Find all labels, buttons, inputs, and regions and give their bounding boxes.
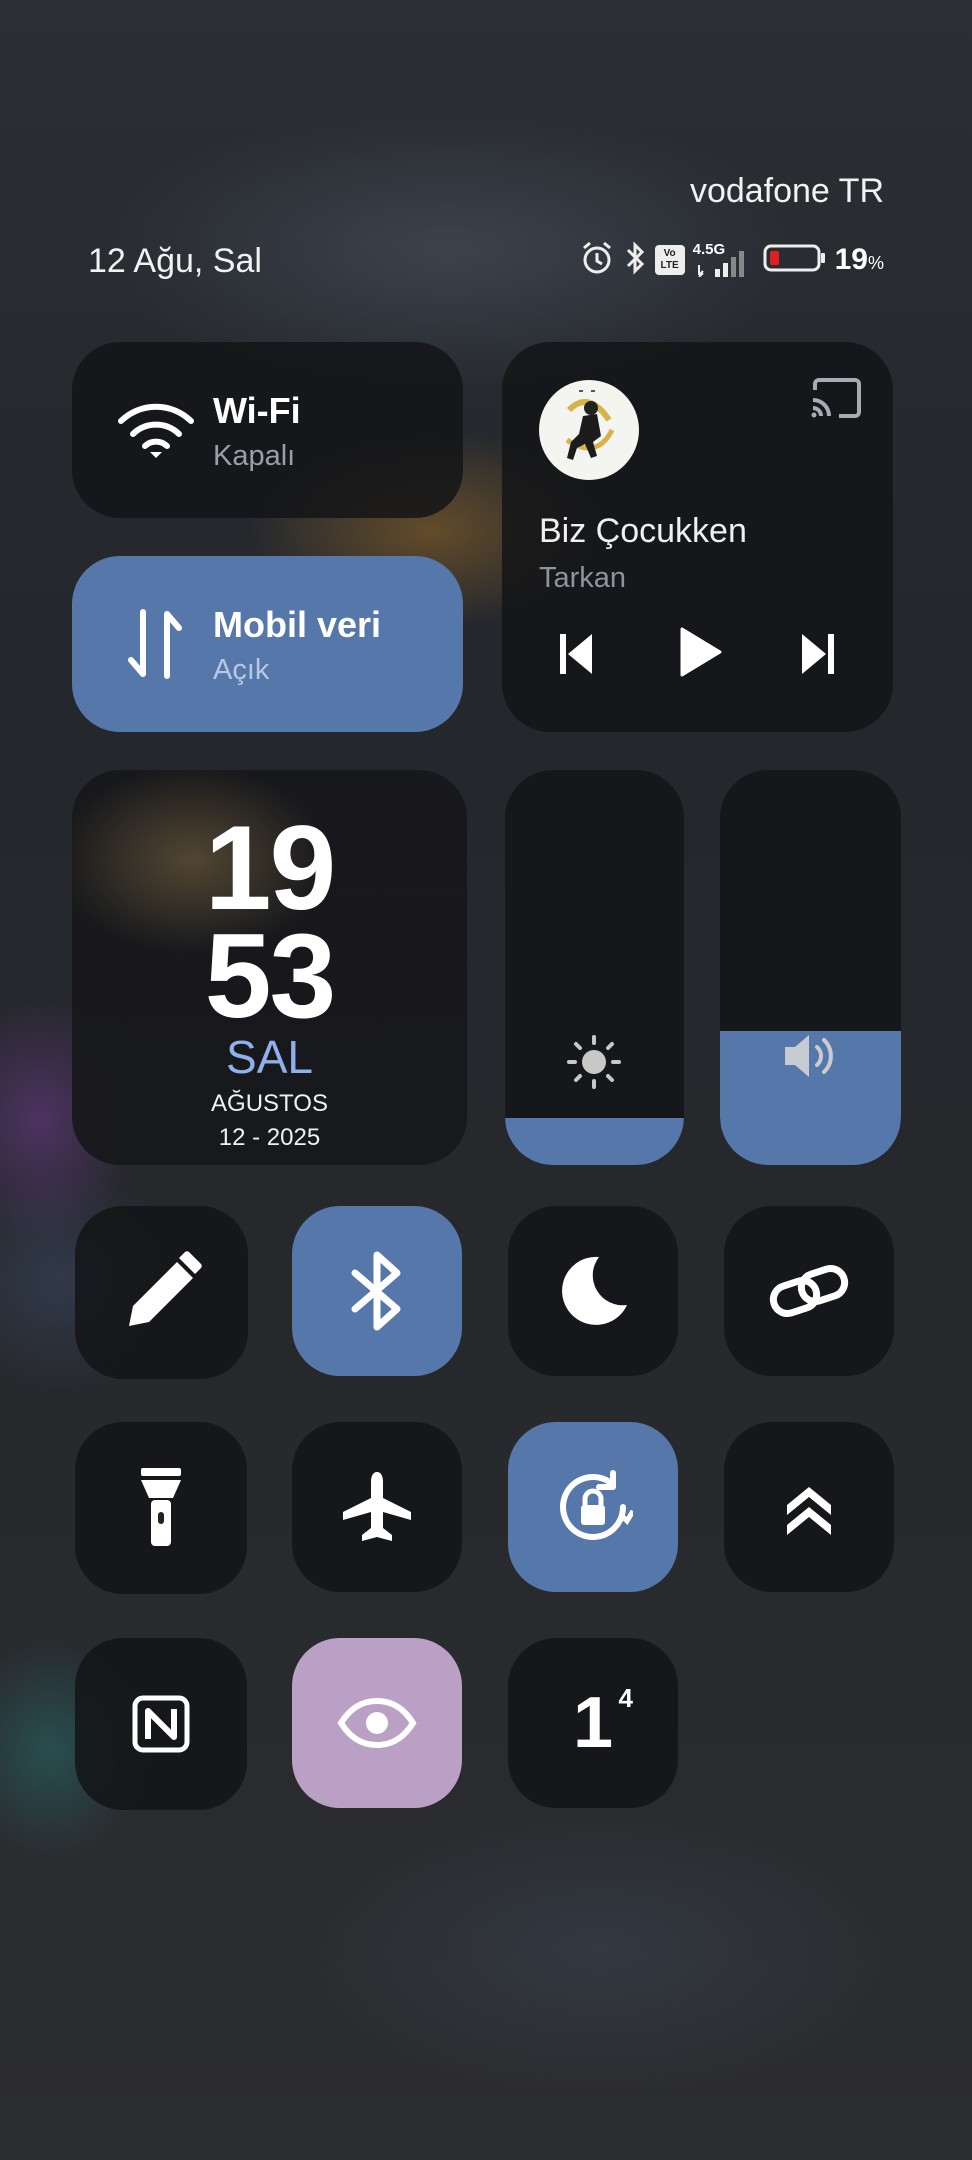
cast-icon[interactable]	[807, 374, 865, 422]
eye-comfort-toggle[interactable]	[292, 1638, 462, 1808]
wifi-icon	[116, 400, 196, 462]
signal-icon: 4.5G	[693, 241, 755, 277]
mobile-data-icon	[124, 606, 186, 682]
status-date: 12 Ağu, Sal	[88, 242, 262, 280]
brightness-fill	[505, 1117, 684, 1165]
speaker-icon	[780, 1026, 842, 1086]
chevrons-up-toggle[interactable]	[724, 1422, 894, 1592]
one-superscript-four-icon: 1 4	[508, 1638, 678, 1808]
airplane-icon	[292, 1422, 462, 1592]
sun-icon	[564, 1032, 624, 1092]
bluetooth-icon	[292, 1206, 462, 1376]
bluetooth-status-icon	[623, 240, 647, 281]
nfc-icon	[75, 1638, 247, 1810]
one-hand-sup: 4	[618, 1683, 634, 1713]
edit-toggle[interactable]	[75, 1206, 248, 1379]
moon-icon	[508, 1206, 678, 1376]
airplane-mode-toggle[interactable]	[292, 1422, 462, 1592]
album-art	[539, 380, 639, 480]
clock-month: AĞUSTOS	[211, 1090, 328, 1117]
media-player-tile[interactable]: Biz Çocukken Tarkan	[502, 342, 893, 732]
carrier-name: vodafone TR	[689, 172, 884, 210]
battery-percent: 19%	[834, 243, 884, 276]
battery-icon	[763, 242, 827, 279]
song-title: Biz Çocukken	[539, 512, 747, 550]
wifi-title: Wi-Fi	[213, 390, 301, 431]
clock-hour: 19	[204, 801, 336, 935]
pencil-icon	[75, 1206, 248, 1379]
rotation-lock-icon	[508, 1422, 678, 1592]
clock-day: SAL	[226, 1031, 313, 1083]
double-chevron-up-icon	[724, 1422, 894, 1592]
clock-tile[interactable]: 19 53 SAL AĞUSTOS 12 - 2025	[72, 770, 467, 1165]
mobile-data-state: Açık	[213, 654, 270, 686]
mobile-data-tile[interactable]: Mobil veri Açık	[72, 556, 463, 732]
wifi-state: Kapalı	[213, 440, 296, 472]
do-not-disturb-toggle[interactable]	[508, 1206, 678, 1376]
brightness-slider[interactable]	[505, 770, 684, 1165]
song-artist: Tarkan	[539, 562, 627, 594]
volume-slider[interactable]	[720, 770, 901, 1165]
mobile-data-title: Mobil veri	[213, 604, 382, 645]
flashlight-toggle[interactable]	[75, 1422, 247, 1594]
rotation-lock-toggle[interactable]	[508, 1422, 678, 1592]
status-icons: Vo LTE 4.5G 19%	[579, 240, 884, 280]
play-button[interactable]	[672, 622, 728, 682]
one-hand-toggle[interactable]: 1 4	[508, 1638, 678, 1808]
bluetooth-toggle[interactable]	[292, 1206, 462, 1376]
clock-minute: 53	[204, 909, 336, 1043]
next-track-button[interactable]	[794, 628, 842, 680]
alarm-icon	[579, 240, 615, 281]
one-hand-label: 1	[572, 1683, 614, 1763]
flashlight-icon	[75, 1422, 247, 1594]
link-toggle[interactable]	[724, 1206, 894, 1376]
wifi-tile[interactable]: Wi-Fi Kapalı	[72, 342, 463, 518]
link-icon	[724, 1206, 894, 1376]
clock-date: 12 - 2025	[218, 1124, 321, 1151]
nfc-toggle[interactable]	[75, 1638, 247, 1810]
volte-icon: Vo LTE	[654, 245, 685, 275]
previous-track-button[interactable]	[552, 628, 600, 680]
eye-icon	[292, 1638, 462, 1808]
